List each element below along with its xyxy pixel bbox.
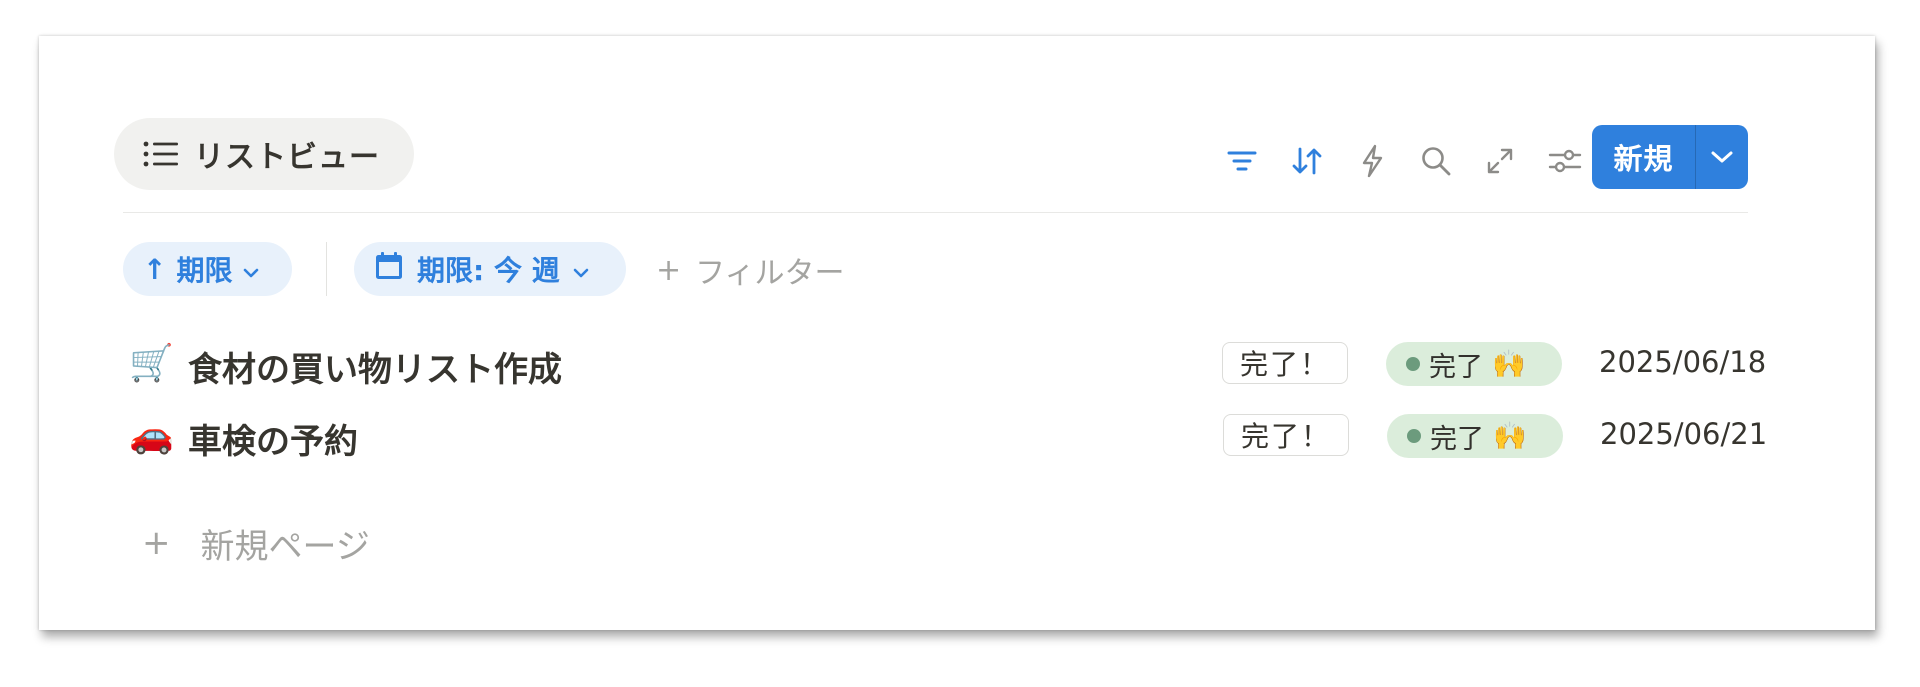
due-date: 2025/06/21 — [1600, 417, 1768, 451]
filter-divider — [326, 242, 327, 296]
date-filter-label: 期限: 今 週 — [417, 254, 560, 287]
list-item-title[interactable]: 車検の予約 — [188, 414, 358, 463]
list-item-title[interactable]: 食材の買い物リスト作成 — [188, 342, 562, 391]
filter-icon[interactable] — [1220, 139, 1264, 183]
new-page-label: 新規ページ — [200, 526, 370, 567]
list-item[interactable]: 🛒 食材の買い物リスト作成 完了！ 完了 🙌 2025/06/18 — [129, 333, 1766, 393]
status-dot — [1406, 357, 1420, 371]
car-icon: 🚗 — [129, 415, 174, 456]
list-view-tab-label: リストビュー — [194, 140, 380, 175]
lightning-icon[interactable] — [1350, 139, 1394, 183]
chevron-down-icon — [572, 253, 590, 286]
new-page-button[interactable]: + 新規ページ — [142, 518, 370, 568]
list-icon — [142, 139, 180, 169]
plus-icon: + — [142, 523, 171, 563]
status-dot — [1407, 429, 1421, 443]
new-button[interactable]: 新規 — [1592, 125, 1748, 189]
date-filter-chip[interactable]: 期限: 今 週 — [354, 242, 626, 296]
list-item[interactable]: 🚗 車検の予約 完了！ 完了 🙌 2025/06/21 — [129, 405, 1767, 465]
new-button-label: 新規 — [1613, 142, 1674, 176]
status-label: 完了 — [1429, 351, 1483, 383]
status-badge: 完了 🙌 — [1386, 342, 1562, 386]
list-view-tab[interactable]: リストビュー — [114, 118, 414, 190]
settings-icon[interactable] — [1543, 139, 1587, 183]
shopping-cart-icon: 🛒 — [129, 343, 174, 384]
add-filter-label: フィルター — [695, 256, 845, 291]
due-date: 2025/06/18 — [1599, 345, 1767, 379]
raised-hands-icon: 🙌 — [1492, 349, 1526, 380]
toolbar-divider — [123, 212, 1748, 213]
done-tag: 完了！ — [1222, 342, 1348, 384]
calendar-icon — [373, 250, 405, 289]
sort-icon[interactable] — [1285, 139, 1329, 183]
chevron-down-icon — [242, 253, 260, 286]
sort-chip-label: 期限 — [176, 254, 233, 287]
status-label: 完了 — [1430, 423, 1484, 455]
database-view-card: リストビュー 新規 ↑ 期限 期限: 今 週 + フィルター 🛒 食材の買い物リ… — [39, 36, 1875, 630]
plus-icon: + — [656, 252, 682, 288]
expand-icon[interactable] — [1478, 139, 1522, 183]
add-filter-button[interactable]: + フィルター — [656, 246, 845, 294]
done-tag: 完了！ — [1223, 414, 1349, 456]
sort-chip[interactable]: ↑ 期限 — [123, 242, 292, 296]
raised-hands-icon: 🙌 — [1493, 421, 1527, 452]
chevron-down-icon[interactable] — [1696, 125, 1748, 189]
status-badge: 完了 🙌 — [1387, 414, 1563, 458]
arrow-up-icon: ↑ — [143, 252, 167, 286]
search-icon[interactable] — [1414, 139, 1458, 183]
